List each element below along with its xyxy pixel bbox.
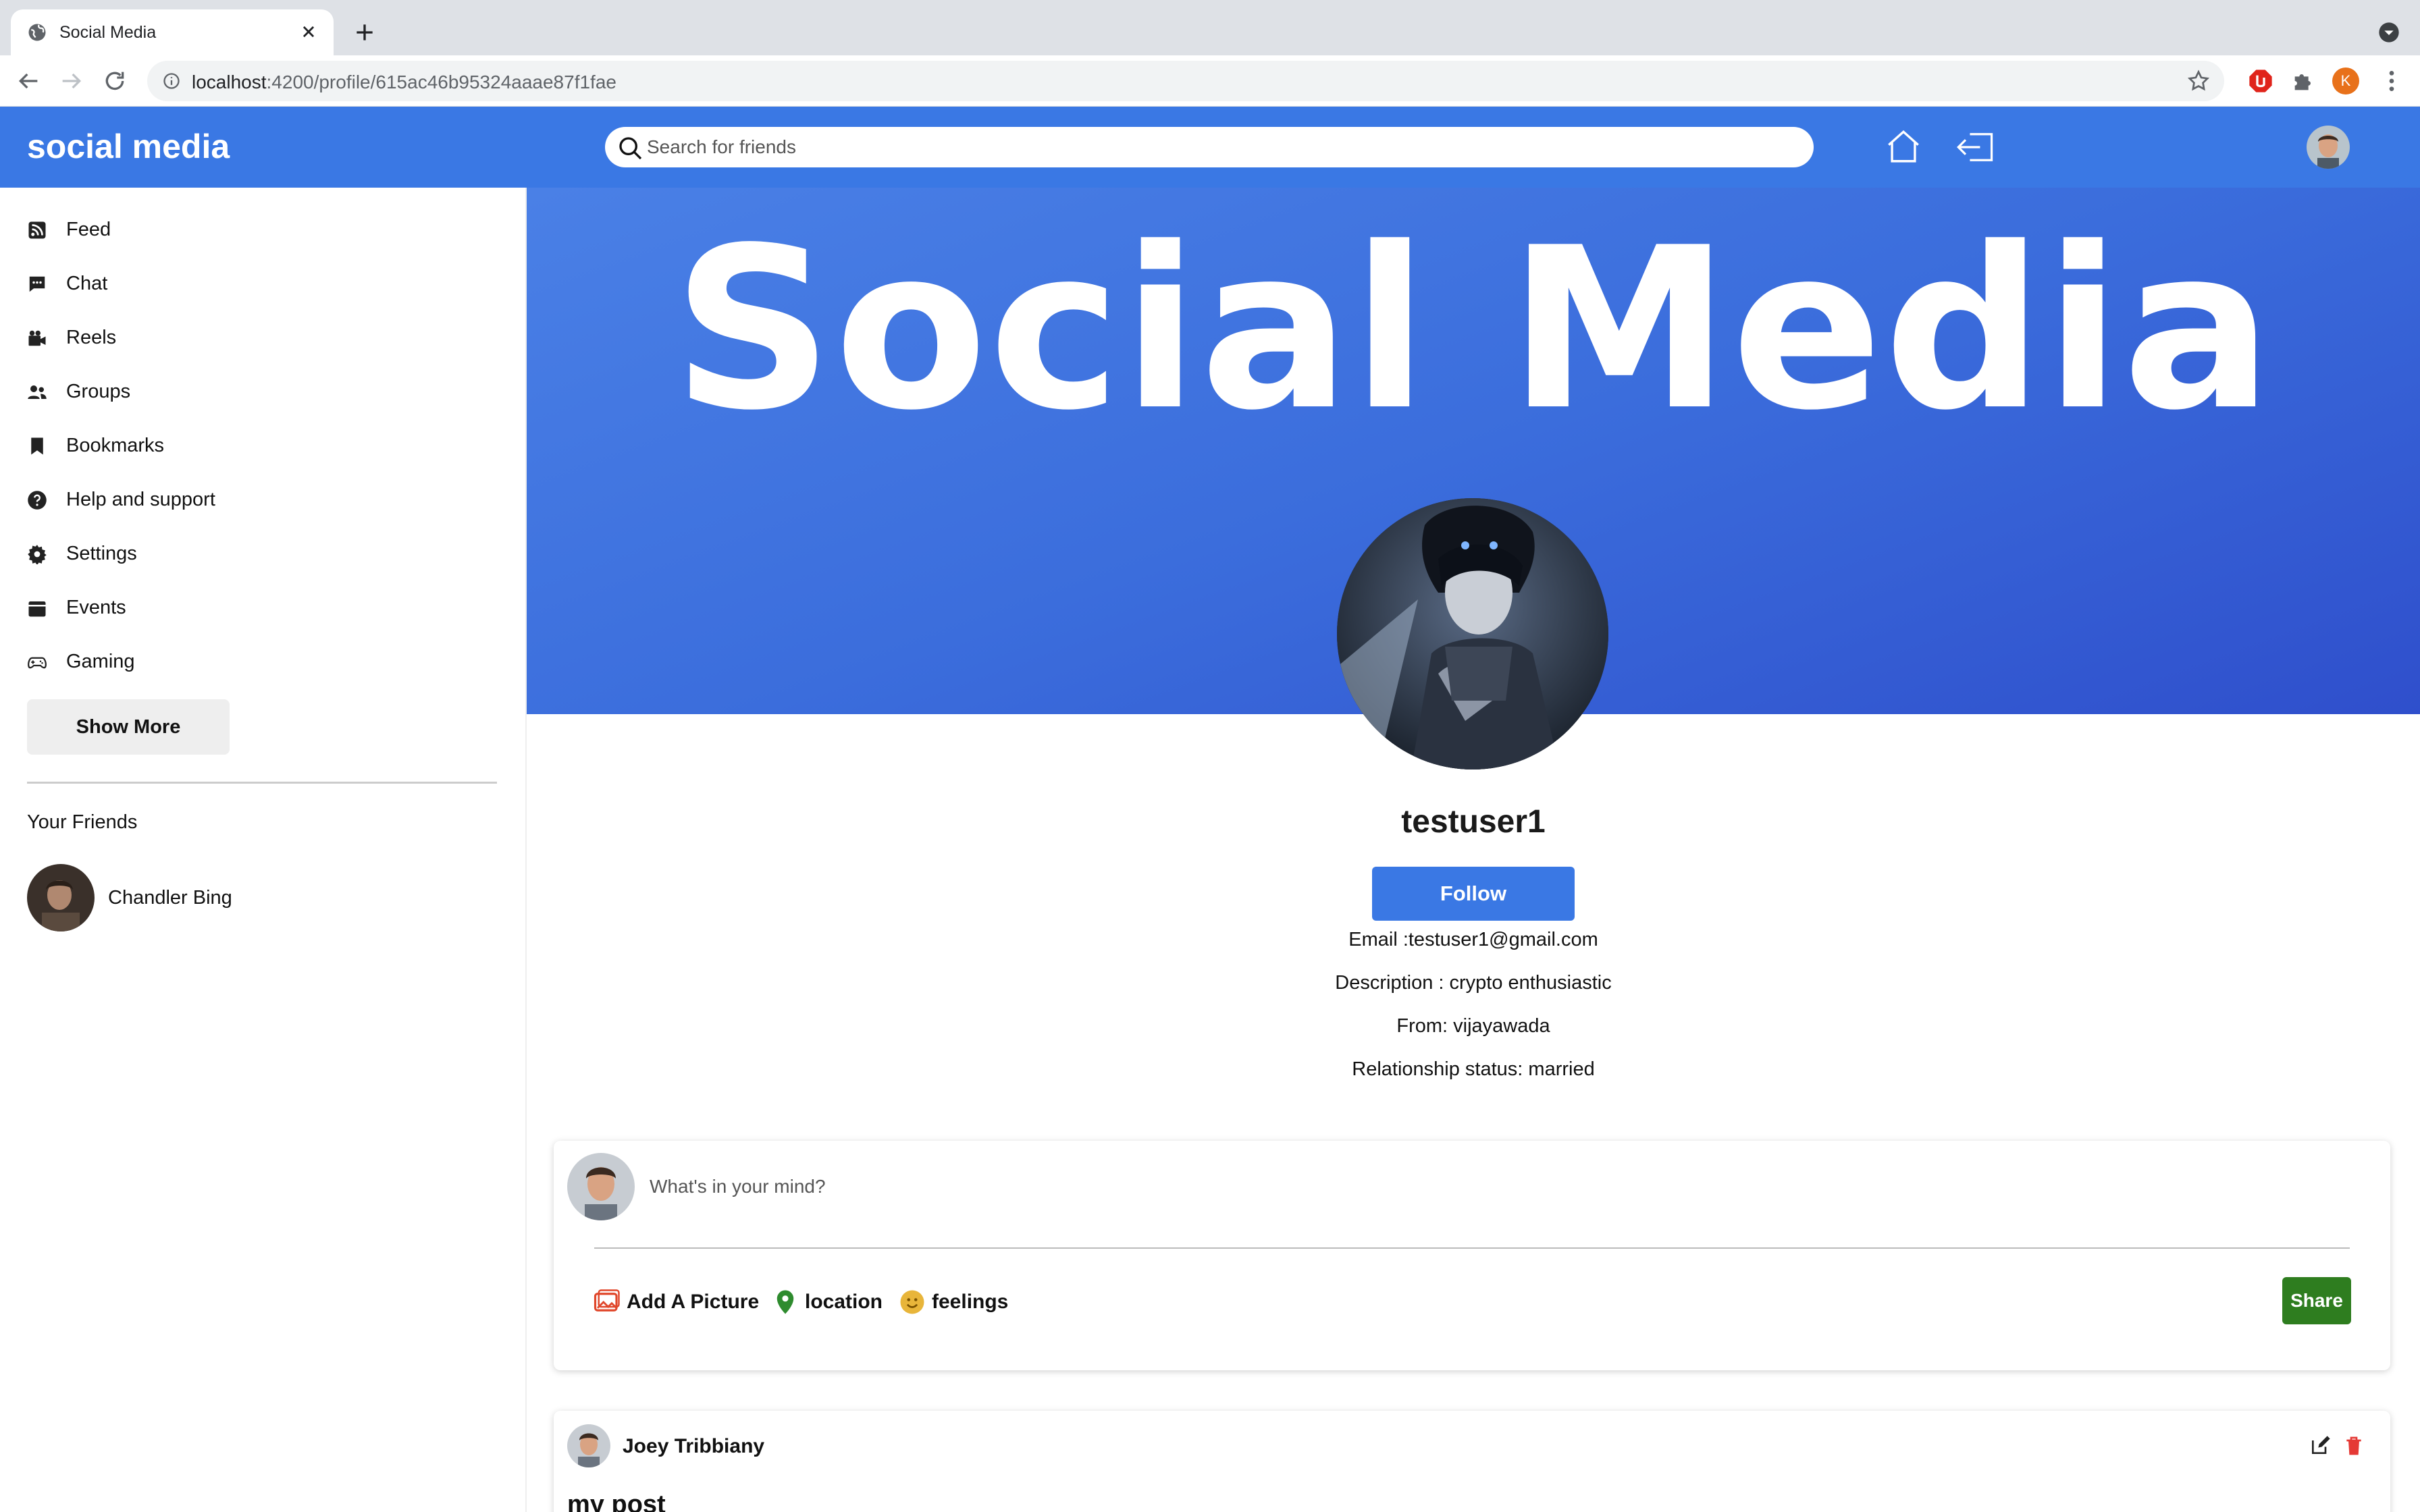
sidebar-item-feed[interactable]: Feed (27, 213, 500, 247)
sidebar-item-label: Groups (66, 381, 131, 402)
composer-avatar-image (567, 1153, 635, 1220)
globe-icon (28, 24, 46, 41)
sidebar-item-label: Help and support (66, 489, 215, 510)
profile-username: testuser1 (1401, 804, 1546, 840)
gamepad-icon (28, 657, 47, 669)
friend-search-bar[interactable] (605, 127, 1814, 167)
post-author-avatar[interactable] (567, 1424, 610, 1467)
cover-title: Social Media (672, 200, 2275, 459)
info-icon[interactable] (162, 72, 181, 90)
add-picture-option[interactable]: Add A Picture (593, 1285, 768, 1319)
tab-title: Social Media (59, 23, 157, 42)
sidebar-item-groups[interactable]: Groups (27, 375, 500, 409)
browser-tabstrip: Social Media (0, 0, 2420, 55)
friend-avatar-image (27, 864, 95, 932)
close-icon[interactable] (297, 20, 320, 43)
sidebar: Feed Chat Reels Groups Bookmarks Help an… (0, 188, 527, 1512)
profile-from: From: vijayawada (1396, 1015, 1550, 1037)
feelings-option[interactable]: feelings (898, 1285, 1020, 1319)
search-icon (619, 137, 642, 160)
help-icon (28, 491, 47, 510)
sidebar-divider (27, 782, 497, 784)
profile-description: Description : crypto enthusiastic (1335, 972, 1612, 994)
sidebar-item-label: Bookmarks (66, 435, 165, 456)
rss-icon (28, 221, 46, 239)
smile-icon (900, 1290, 924, 1314)
sidebar-item-bookmarks[interactable]: Bookmarks (27, 429, 500, 463)
url-text[interactable]: localhost:4200/profile/615ac46b95324aaae… (192, 72, 616, 93)
gear-icon (28, 545, 47, 564)
edit-icon[interactable] (2309, 1435, 2331, 1457)
address-bar[interactable]: localhost:4200/profile/615ac46b95324aaae… (147, 61, 2224, 101)
sidebar-item-label: Settings (66, 543, 137, 564)
app-navbar: social media (0, 107, 2420, 188)
composer-avatar (567, 1153, 635, 1220)
composer-divider (594, 1247, 2350, 1249)
back-arrow-icon[interactable] (15, 68, 42, 94)
calendar-icon (28, 601, 46, 617)
sidebar-item-help[interactable]: Help and support (27, 483, 500, 517)
tab-search-icon[interactable] (2378, 22, 2400, 43)
chat-icon (29, 276, 45, 292)
friends-section-title: Your Friends (27, 811, 138, 833)
friend-item[interactable]: Chandler Bing (27, 864, 432, 934)
adblock-extension-icon[interactable] (2247, 68, 2274, 94)
sidebar-item-label: Chat (66, 273, 108, 294)
profile-relationship: Relationship status: married (1352, 1058, 1595, 1080)
friend-avatar[interactable] (27, 864, 95, 932)
group-icon (28, 385, 47, 399)
post-text: my post (567, 1490, 666, 1512)
more-vertical-icon[interactable] (2378, 68, 2405, 94)
profile-picture[interactable] (1337, 498, 1608, 770)
feelings-label: feelings (932, 1291, 1009, 1313)
sidebar-item-events[interactable]: Events (27, 591, 500, 625)
post-card: Joey Tribbiany my post (554, 1411, 2390, 1512)
sidebar-item-label: Feed (66, 219, 111, 240)
bookmark-star-icon[interactable] (2186, 69, 2211, 93)
sidebar-item-chat[interactable]: Chat (27, 267, 500, 301)
picture-icon (594, 1289, 620, 1312)
bookmark-icon (31, 437, 43, 455)
sidebar-item-gaming[interactable]: Gaming (27, 645, 500, 679)
follow-button[interactable]: Follow (1372, 867, 1575, 921)
user-avatar[interactable] (2307, 126, 2350, 169)
location-pin-icon (777, 1290, 794, 1314)
sidebar-item-reels[interactable]: Reels (27, 321, 500, 355)
new-tab-icon[interactable] (351, 19, 378, 46)
video-camera-icon (28, 330, 46, 346)
profile-email: Email :testuser1@gmail.com (1348, 929, 1598, 950)
reload-icon[interactable] (101, 68, 128, 94)
brand-logo[interactable]: social media (27, 127, 230, 166)
location-option[interactable]: location (771, 1285, 886, 1319)
browser-toolbar: localhost:4200/profile/615ac46b95324aaae… (0, 55, 2420, 107)
sidebar-item-label: Events (66, 597, 126, 618)
user-avatar-image (2307, 126, 2350, 169)
post-input[interactable] (650, 1173, 2270, 1200)
sidebar-item-label: Gaming (66, 651, 135, 672)
share-button[interactable]: Share (2282, 1277, 2351, 1324)
sidebar-item-label: Reels (66, 327, 117, 348)
post-composer: Add A Picture location feelings Share (554, 1141, 2390, 1370)
logout-icon[interactable] (1955, 130, 1996, 165)
browser-profile-avatar[interactable]: K (2332, 68, 2359, 94)
browser-tab[interactable]: Social Media (11, 9, 334, 55)
post-author-avatar-image (567, 1424, 610, 1467)
sidebar-item-settings[interactable]: Settings (27, 537, 500, 571)
home-icon[interactable] (1884, 127, 1923, 166)
add-picture-label: Add A Picture (627, 1291, 760, 1313)
friend-name: Chandler Bing (108, 887, 232, 909)
trash-icon[interactable] (2343, 1435, 2365, 1457)
search-input[interactable] (647, 135, 1795, 159)
show-more-button[interactable]: Show More (27, 699, 230, 755)
forward-arrow-icon[interactable] (58, 68, 85, 94)
extensions-puzzle-icon[interactable] (2290, 68, 2317, 94)
profile-picture-image (1337, 498, 1608, 770)
post-author-name[interactable]: Joey Tribbiany (623, 1435, 764, 1458)
location-label: location (805, 1291, 883, 1313)
